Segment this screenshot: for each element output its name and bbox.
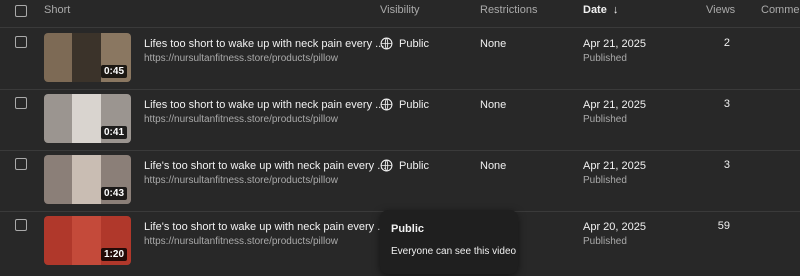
table-row[interactable]: 0:41 Lifes too short to wake up with nec… bbox=[0, 89, 800, 151]
tooltip-description: Everyone can see this video bbox=[391, 246, 517, 257]
date-cell: Apr 21, 2025 bbox=[583, 160, 646, 172]
header-views[interactable]: Views bbox=[706, 4, 735, 16]
visibility-cell[interactable]: Public bbox=[380, 37, 429, 50]
table-header: Short Visibility Restrictions Date ↓ Vie… bbox=[0, 0, 800, 28]
header-short: Short bbox=[44, 4, 71, 16]
header-date-label: Date bbox=[583, 4, 607, 16]
video-title[interactable]: Lifes too short to wake up with neck pai… bbox=[144, 38, 384, 50]
date-cell: Apr 20, 2025 bbox=[583, 221, 646, 233]
globe-icon bbox=[380, 37, 393, 50]
thumbnail-center-panel bbox=[72, 94, 103, 143]
video-thumbnail[interactable]: 0:43 bbox=[44, 155, 131, 204]
thumbnail-left-panel bbox=[44, 216, 74, 265]
globe-icon bbox=[380, 159, 393, 172]
thumbnail-left-panel bbox=[44, 33, 74, 82]
status-label: Published bbox=[583, 114, 627, 125]
status-label: Published bbox=[583, 53, 627, 64]
views-cell: 3 bbox=[723, 159, 730, 171]
video-link[interactable]: https://nursultanfitness.store/products/… bbox=[144, 114, 338, 125]
date-cell: Apr 21, 2025 bbox=[583, 38, 646, 50]
visibility-label: Public bbox=[399, 98, 429, 111]
restrictions-cell: None bbox=[480, 160, 507, 172]
views-cell: 2 bbox=[723, 37, 730, 49]
video-link[interactable]: https://nursultanfitness.store/products/… bbox=[144, 175, 338, 186]
sort-down-arrow-icon: ↓ bbox=[612, 4, 619, 16]
views-cell: 3 bbox=[723, 98, 730, 110]
video-title[interactable]: Lifes too short to wake up with neck pai… bbox=[144, 99, 384, 111]
views-cell: 59 bbox=[717, 220, 730, 232]
thumbnail-left-panel bbox=[44, 155, 74, 204]
visibility-cell[interactable]: Public bbox=[380, 98, 429, 111]
thumbnail-center-panel bbox=[72, 155, 103, 204]
table-row[interactable]: 0:45 Lifes too short to wake up with nec… bbox=[0, 28, 800, 90]
header-restrictions[interactable]: Restrictions bbox=[480, 4, 537, 16]
status-label: Published bbox=[583, 236, 627, 247]
duration-badge: 0:41 bbox=[100, 126, 127, 139]
thumbnail-center-panel bbox=[72, 216, 103, 265]
row-checkbox[interactable] bbox=[15, 36, 27, 48]
table-row[interactable]: 0:43 Life's too short to wake up with ne… bbox=[0, 150, 800, 212]
visibility-label: Public bbox=[399, 159, 429, 172]
restrictions-cell: None bbox=[480, 99, 507, 111]
video-title[interactable]: Life's too short to wake up with neck pa… bbox=[144, 160, 386, 172]
duration-badge: 0:45 bbox=[100, 65, 127, 78]
video-title[interactable]: Life's too short to wake up with neck pa… bbox=[144, 221, 386, 233]
thumbnail-left-panel bbox=[44, 94, 74, 143]
visibility-cell[interactable]: Public bbox=[380, 159, 429, 172]
row-checkbox[interactable] bbox=[15, 158, 27, 170]
row-checkbox[interactable] bbox=[15, 97, 27, 109]
row-checkbox[interactable] bbox=[15, 219, 27, 231]
duration-badge: 0:43 bbox=[100, 187, 127, 200]
video-link[interactable]: https://nursultanfitness.store/products/… bbox=[144, 236, 338, 247]
header-date[interactable]: Date ↓ bbox=[583, 4, 618, 16]
header-visibility[interactable]: Visibility bbox=[380, 4, 420, 16]
thumbnail-center-panel bbox=[72, 33, 103, 82]
date-cell: Apr 21, 2025 bbox=[583, 99, 646, 111]
video-thumbnail[interactable]: 1:20 bbox=[44, 216, 131, 265]
video-thumbnail[interactable]: 0:41 bbox=[44, 94, 131, 143]
tooltip-title: Public bbox=[391, 223, 425, 235]
visibility-tooltip: Public Everyone can see this video bbox=[380, 210, 518, 274]
video-link[interactable]: https://nursultanfitness.store/products/… bbox=[144, 53, 338, 64]
select-all-checkbox[interactable] bbox=[15, 5, 27, 17]
globe-icon bbox=[380, 98, 393, 111]
video-thumbnail[interactable]: 0:45 bbox=[44, 33, 131, 82]
duration-badge: 1:20 bbox=[100, 248, 127, 261]
restrictions-cell: None bbox=[480, 38, 507, 50]
status-label: Published bbox=[583, 175, 627, 186]
visibility-label: Public bbox=[399, 37, 429, 50]
header-comments[interactable]: Comment bbox=[761, 4, 800, 16]
